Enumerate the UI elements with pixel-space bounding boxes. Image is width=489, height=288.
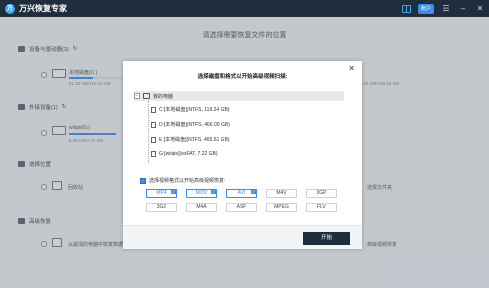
format-select-all[interactable]: 选择视频格式以开始高级视频恢复: [140,177,225,184]
tree-item-g[interactable]: G:[wiiqie](exFAT, 7.22 GB) [151,151,218,157]
format-m4v[interactable]: M4V [266,189,297,198]
title-bar: 万 万兴恢复专家 账户 ☰ – ✕ [0,0,489,17]
advanced-video-dialog: 选择磁盘和格式以开始高级视频扫描: ✕ − 我的电脑 C:[本地磁盘](NTFS… [123,61,362,249]
close-icon[interactable]: ✕ [348,65,355,73]
drive-checkbox-icon[interactable] [151,151,156,157]
checkbox-checked-icon[interactable] [140,177,146,184]
dialog-footer: 开始 [123,225,362,249]
format-mp4[interactable]: MP4 [146,189,177,198]
computer-icon [143,93,150,99]
tree-item-e[interactable]: E:[本地磁盘](NTFS, 465.51 GB) [151,136,230,143]
app-title: 万兴恢复专家 [19,4,67,13]
minimize-icon[interactable]: – [458,3,468,14]
drive-tree: − 我的电脑 C:[本地磁盘](NTFS, 119.24 GB) D:[本地磁盘… [134,89,352,165]
drive-checkbox-icon[interactable] [151,121,156,128]
tree-item-c[interactable]: C:[本地磁盘](NTFS, 119.24 GB) [151,106,229,113]
format-mpeg[interactable]: MPEG [266,203,297,212]
start-button[interactable]: 开始 [303,232,350,245]
format-3g2[interactable]: 3G2 [146,203,177,212]
close-icon[interactable]: ✕ [475,3,485,14]
tree-item-d[interactable]: D:[本地磁盘](NTFS, 466.00 GB) [151,121,230,128]
format-flv[interactable]: FLV [306,203,337,212]
format-mov[interactable]: MOV [186,189,217,198]
menu-icon[interactable]: ☰ [441,3,451,14]
format-avi[interactable]: AVI [226,189,257,198]
format-label: 选择视频格式以开始高级视频恢复: [149,178,226,184]
drive-checkbox-icon[interactable] [151,136,156,143]
dialog-title: 选择磁盘和格式以开始高级视频扫描: [197,74,288,80]
tree-connector [148,101,149,163]
drive-checkbox-icon[interactable] [151,106,156,113]
format-3gp[interactable]: 3GP [306,189,337,198]
collapse-icon[interactable]: − [134,93,140,99]
format-asf[interactable]: ASF [226,203,257,212]
format-grid: MP4 MOV AVI M4V 3GP 3G2 M4A ASF MPEG FLV [146,189,338,212]
tree-root-my-computer[interactable]: − 我的电脑 [134,91,344,101]
book-icon[interactable] [401,4,411,13]
format-m4a[interactable]: M4A [186,203,217,212]
app-logo-icon: 万 [5,3,15,14]
member-badge[interactable]: 账户 [417,3,434,14]
